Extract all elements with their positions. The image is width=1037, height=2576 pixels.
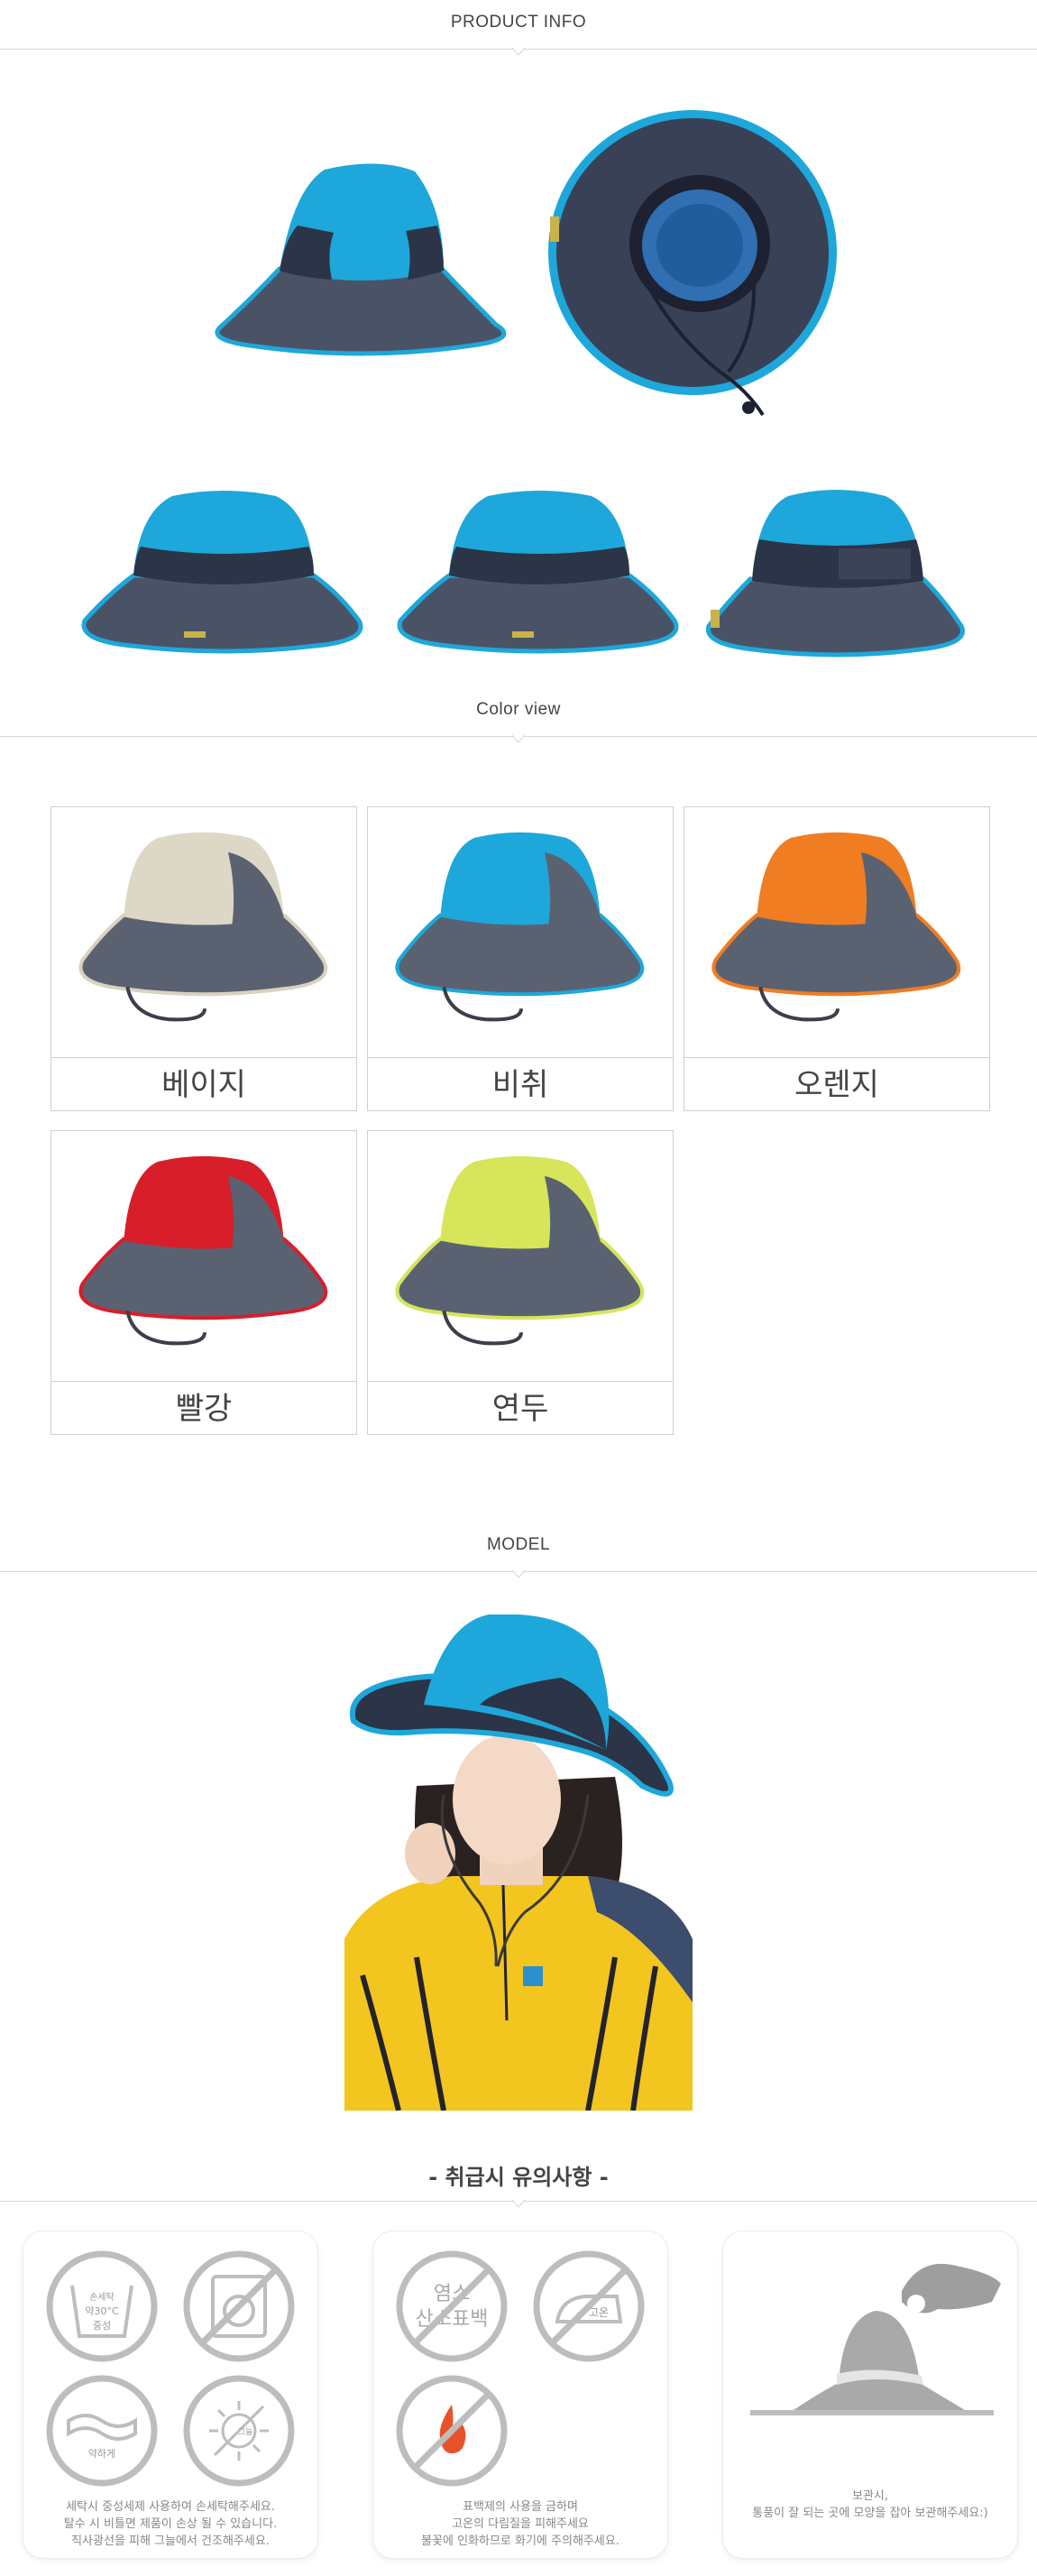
color-option-label: 비취 xyxy=(491,1067,549,1103)
hat-color-image xyxy=(51,832,356,1058)
hat-underside-image xyxy=(548,110,837,417)
hat-front-image xyxy=(215,163,507,356)
hat-side-left-image xyxy=(81,491,363,654)
gentle-wring-icon: 약하게 xyxy=(46,2375,158,2487)
color-option-label: 베이지 xyxy=(161,1067,246,1103)
no-high-heat-iron-icon: 고온 xyxy=(533,2250,645,2362)
model-photo xyxy=(344,1615,693,2111)
svg-text:중성: 중성 xyxy=(93,2320,111,2332)
color-view-header: Color view xyxy=(0,700,1037,743)
care-card-washing: 손세탁 약30°C 중성 약하게 그늘 세탁시 중성세제 사용하여 손세탁해주세… xyxy=(23,2231,317,2558)
color-option-card[interactable]: 베이지 xyxy=(50,806,357,1111)
svg-text:약하게: 약하게 xyxy=(88,2447,115,2460)
svg-text:그늘: 그늘 xyxy=(238,2427,253,2437)
product-info-header: PRODUCT INFO xyxy=(0,13,1037,56)
chevron-down-icon xyxy=(512,735,525,743)
care-note: 세탁시 중성세제 사용하여 손세탁해주세요. 탈수 시 비틀면 제품이 손상 될… xyxy=(63,2500,278,2548)
svg-text:약30°C: 약30°C xyxy=(85,2305,119,2317)
section-title: PRODUCT INFO xyxy=(450,13,587,32)
color-option-label: 연두 xyxy=(491,1391,549,1427)
hat-back-image xyxy=(705,490,965,658)
no-bleach-icon: 염소 산소표백 xyxy=(396,2250,508,2362)
section-title: Color view xyxy=(476,700,561,719)
care-card-bleach-iron: 염소 산소표백 고온 표백제의 사용을 금하며 고온의 다림질을 피해주세요 불… xyxy=(373,2231,667,2558)
svg-text:손세탁: 손세탁 xyxy=(89,2292,115,2303)
chevron-down-icon xyxy=(512,1570,525,1578)
color-option-label: 오렌지 xyxy=(794,1067,879,1103)
hat-color-image xyxy=(51,1155,356,1382)
shade-dry-icon: 그늘 xyxy=(183,2375,295,2487)
hat-color-image xyxy=(368,832,673,1058)
color-option-card[interactable]: 오렌지 xyxy=(684,806,990,1111)
color-option-card[interactable]: 비취 xyxy=(367,806,674,1111)
hat-color-image xyxy=(368,1155,673,1382)
section-title: MODEL xyxy=(486,1535,551,1554)
care-note: 보관시, 통풍이 잘 되는 곳에 모양을 잡아 보관해주세요:) xyxy=(752,2489,988,2520)
model-header: MODEL xyxy=(0,1535,1037,1578)
care-card-storage: 보관시, 통풍이 잘 되는 곳에 모양을 잡아 보관해주세요:) xyxy=(723,2231,1017,2558)
hat-color-image xyxy=(684,832,989,1058)
chevron-down-icon xyxy=(512,48,525,56)
svg-text:산소표백: 산소표백 xyxy=(416,2308,489,2331)
svg-text:고온: 고온 xyxy=(589,2306,609,2319)
hat-side-center-image xyxy=(397,491,679,654)
care-divider xyxy=(0,2165,1037,2208)
no-fire-icon xyxy=(396,2375,508,2487)
hat-storage-illustration xyxy=(750,2263,1001,2415)
color-option-card[interactable]: 연두 xyxy=(367,1130,674,1435)
chevron-down-icon xyxy=(512,2200,525,2208)
color-option-card[interactable]: 빨강 xyxy=(50,1130,357,1435)
care-note: 표백제의 사용을 금하며 고온의 다림질을 피해주세요 불꽃에 인화하므로 화기… xyxy=(421,2500,619,2548)
color-option-label: 빨강 xyxy=(175,1391,233,1427)
hand-wash-icon: 손세탁 약30°C 중성 xyxy=(46,2250,158,2362)
no-machine-wash-icon xyxy=(183,2250,295,2362)
